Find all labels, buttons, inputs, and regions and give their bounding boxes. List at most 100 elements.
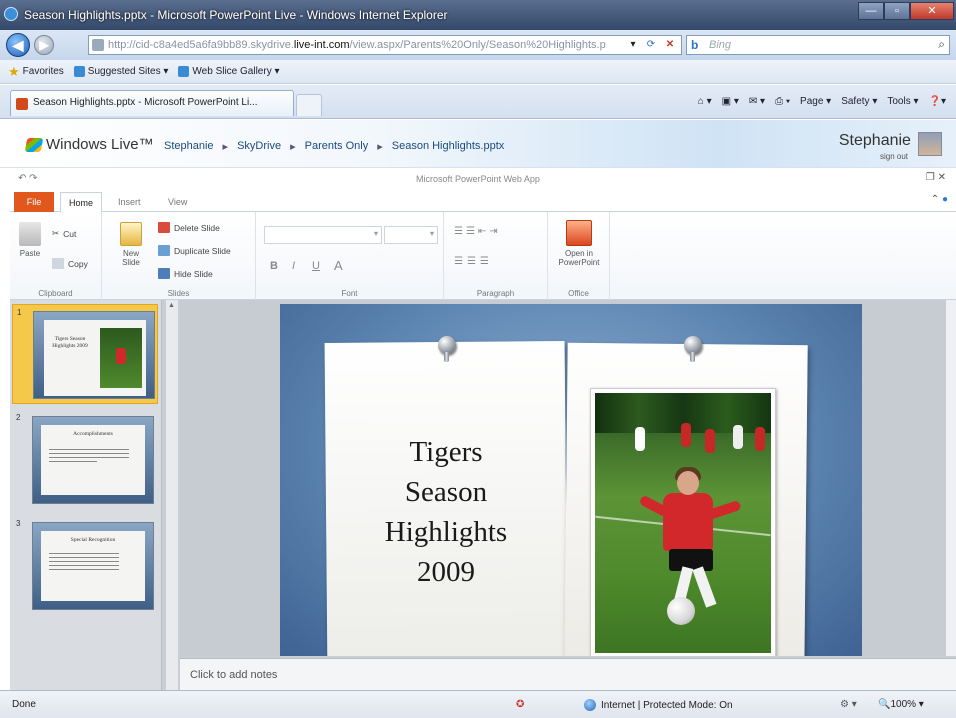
duplicate-slide-button[interactable]: Duplicate Slide bbox=[158, 245, 231, 256]
ribbon-collapse-icon[interactable]: ⌃ ● bbox=[931, 194, 948, 205]
breadcrumb-file: Season Highlights.pptx bbox=[391, 140, 505, 152]
pushpin-icon bbox=[438, 336, 456, 362]
thumbnail-slide-3[interactable]: 3 Special Recognition bbox=[12, 516, 158, 616]
avatar[interactable] bbox=[918, 132, 942, 156]
thumbnail-title: Tigers Season Highlights 2009 bbox=[52, 336, 88, 349]
globe-icon bbox=[584, 699, 596, 711]
thumbnail-photo bbox=[100, 328, 142, 388]
status-tools-icon[interactable]: ⚙ ▾ bbox=[840, 699, 857, 710]
bold-button[interactable]: B bbox=[270, 260, 278, 272]
pushpin-icon bbox=[684, 336, 702, 362]
italic-button[interactable]: I bbox=[292, 260, 295, 272]
command-bar: ⌂ ▾ ▣ ▾ ✉ ▾ ⎙ ▾ Page ▾ Safety ▾ Tools ▾ … bbox=[698, 96, 946, 107]
underline-button[interactable]: U bbox=[312, 260, 320, 272]
window-restore-icon[interactable]: ❐ ✕ bbox=[926, 172, 946, 183]
search-input[interactable]: b Bing ⌕ bbox=[686, 35, 950, 55]
mail-icon[interactable]: ✉ ▾ bbox=[749, 96, 765, 107]
url-text: http://cid-c8a4ed5a6fa9bb89.skydrive.liv… bbox=[108, 39, 606, 51]
thumbnail-preview: Accomplishments bbox=[32, 416, 154, 504]
tab-title: Season Highlights.pptx - Microsoft Power… bbox=[33, 97, 258, 108]
slides-group: New Slide Delete Slide Duplicate Slide H… bbox=[102, 212, 256, 300]
thumbnail-preview: Tigers Season Highlights 2009 bbox=[33, 311, 155, 399]
new-tab-button[interactable] bbox=[296, 94, 322, 116]
tab-insert[interactable]: Insert bbox=[110, 192, 149, 212]
soccer-photo[interactable] bbox=[590, 388, 776, 656]
thumbnail-bullets bbox=[49, 449, 129, 465]
refresh-icon[interactable]: ⟳ bbox=[643, 37, 659, 53]
page-menu[interactable]: Page ▾ bbox=[800, 96, 831, 107]
office-group: Open in PowerPoint Office bbox=[548, 212, 610, 300]
feeds-icon[interactable]: ▣ ▾ bbox=[722, 96, 739, 107]
new-slide-button[interactable]: New Slide bbox=[116, 222, 146, 267]
font-family-dropdown[interactable] bbox=[264, 226, 382, 244]
open-in-powerpoint-button[interactable]: Open in PowerPoint bbox=[552, 220, 606, 267]
breadcrumb-skydrive[interactable]: SkyDrive bbox=[237, 140, 281, 153]
address-input[interactable]: http://cid-c8a4ed5a6fa9bb89.skydrive.liv… bbox=[88, 35, 682, 55]
list-indent-icon[interactable]: ☰☰⇤⇥ bbox=[454, 226, 501, 237]
new-slide-icon bbox=[120, 222, 142, 246]
clipboard-label: Clipboard bbox=[38, 289, 73, 298]
thumbnail-number: 1 bbox=[17, 308, 22, 317]
safety-menu[interactable]: Safety ▾ bbox=[841, 96, 877, 107]
web-slice-gallery-link[interactable]: Web Slice Gallery ▾ bbox=[178, 66, 280, 77]
user-name[interactable]: Stephanie bbox=[839, 132, 911, 150]
paragraph-label: Paragraph bbox=[476, 289, 515, 298]
breadcrumb: Stephanie ▸ SkyDrive ▸ Parents Only ▸ Se… bbox=[164, 140, 504, 153]
thumbnail-scrollbar[interactable]: ▲ bbox=[166, 300, 178, 690]
browser-tab[interactable]: Season Highlights.pptx - Microsoft Power… bbox=[10, 90, 294, 116]
breadcrumb-separator-icon: ▸ bbox=[222, 141, 229, 153]
help-icon[interactable]: ❓▾ bbox=[929, 96, 946, 107]
forward-button[interactable]: ▶ bbox=[34, 35, 54, 55]
tab-home[interactable]: Home bbox=[60, 192, 103, 213]
scroll-up-icon[interactable]: ▲ bbox=[168, 302, 175, 309]
sign-out-link[interactable]: sign out bbox=[880, 152, 908, 161]
print-icon[interactable]: ⎙ ▾ bbox=[775, 96, 790, 107]
ribbon-tabs: File Home Insert View ⌃ ● bbox=[10, 190, 956, 213]
ie-icon bbox=[4, 7, 18, 21]
thumbnail-slide-2[interactable]: 2 Accomplishments bbox=[12, 410, 158, 510]
copy-icon bbox=[52, 258, 64, 269]
breadcrumb-stephanie[interactable]: Stephanie bbox=[164, 140, 214, 153]
font-color-button[interactable]: A bbox=[334, 258, 343, 273]
slides-label: Slides bbox=[167, 289, 190, 298]
tab-view[interactable]: View bbox=[160, 192, 195, 212]
tools-menu[interactable]: Tools ▾ bbox=[887, 96, 918, 107]
duplicate-slide-icon bbox=[158, 245, 170, 256]
hide-slide-button[interactable]: Hide Slide bbox=[158, 268, 213, 279]
home-icon[interactable]: ⌂ ▾ bbox=[698, 96, 712, 107]
copy-button[interactable]: Copy bbox=[52, 258, 88, 269]
minimize-button[interactable]: — bbox=[858, 2, 884, 20]
delete-slide-button[interactable]: Delete Slide bbox=[158, 222, 220, 233]
thumbnail-number: 3 bbox=[16, 519, 21, 528]
close-window-button[interactable]: ✕ bbox=[910, 2, 954, 20]
back-button[interactable]: ◀ bbox=[6, 33, 30, 57]
dropdown-arrow-icon[interactable]: ▾ bbox=[625, 37, 641, 53]
favorites-button[interactable]: ★ Favorites bbox=[8, 64, 64, 80]
stop-icon[interactable]: ✕ bbox=[662, 37, 678, 53]
search-icon[interactable]: ⌕ bbox=[938, 37, 945, 52]
paste-button[interactable]: Paste bbox=[18, 222, 42, 258]
ribbon: Paste ✂ Cut Copy Clipboard New Slide Dele… bbox=[10, 212, 956, 300]
thumbnail-preview: Special Recognition bbox=[32, 522, 154, 610]
security-zone[interactable]: Internet | Protected Mode: On bbox=[584, 699, 733, 711]
paragraph-group: ☰☰⇤⇥ ☰☰☰ Paragraph bbox=[444, 212, 548, 300]
slide-title[interactable]: Tigers Season Highlights 2009 bbox=[326, 432, 566, 592]
slide-canvas[interactable]: Tigers Season Highlights 2009 bbox=[280, 304, 862, 656]
delete-slide-icon bbox=[158, 222, 170, 233]
slide-scrollbar[interactable] bbox=[946, 300, 956, 656]
font-size-dropdown[interactable] bbox=[384, 226, 438, 244]
thumbnail-slide-1[interactable]: 1 Tigers Season Highlights 2009 bbox=[12, 304, 158, 404]
cut-button[interactable]: ✂ Cut bbox=[52, 228, 76, 239]
thumbnail-bullets bbox=[49, 553, 119, 573]
breadcrumb-parents-only[interactable]: Parents Only bbox=[305, 140, 369, 153]
maximize-button[interactable]: ▫ bbox=[884, 2, 910, 20]
windows-live-logo[interactable]: Windows Live™ bbox=[24, 136, 154, 153]
align-icon[interactable]: ☰☰☰ bbox=[454, 256, 493, 267]
breadcrumb-separator-icon: ▸ bbox=[377, 141, 383, 153]
suggested-sites-link[interactable]: Suggested Sites ▾ bbox=[73, 66, 168, 77]
tab-file[interactable]: File bbox=[14, 192, 54, 212]
protected-mode-icon[interactable]: ✪ bbox=[516, 699, 524, 710]
zoom-level[interactable]: 🔍100% ▾ bbox=[878, 699, 924, 710]
office-label: Office bbox=[568, 289, 589, 298]
notes-pane[interactable]: Click to add notes bbox=[180, 658, 956, 690]
